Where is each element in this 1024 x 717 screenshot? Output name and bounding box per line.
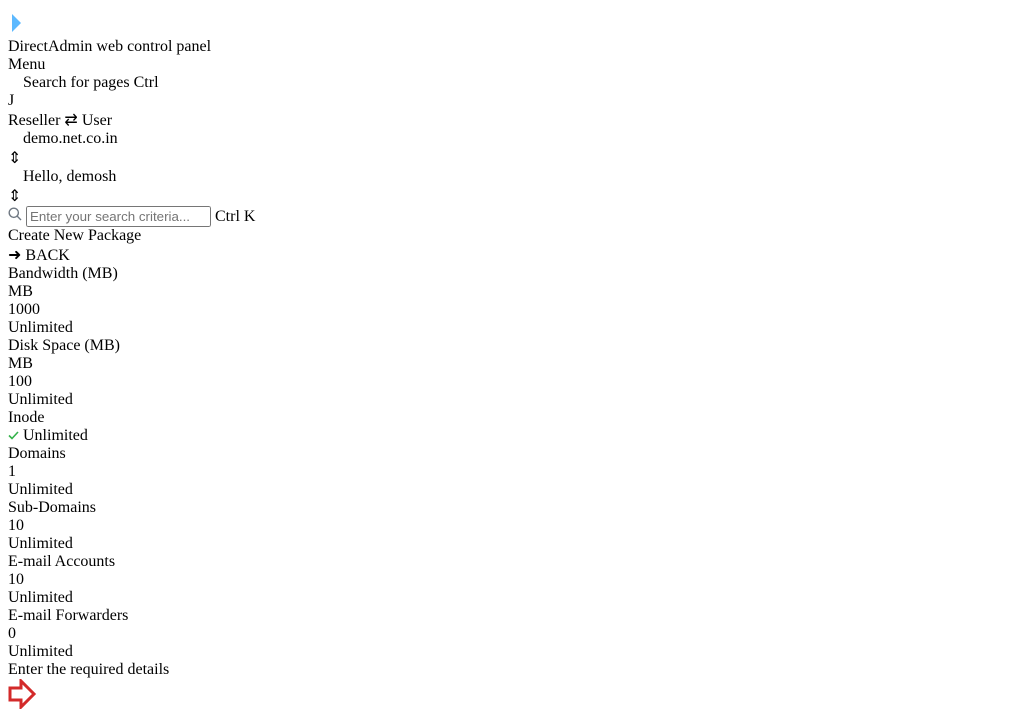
updown-icon: ⇕: [8, 150, 22, 167]
user-icon: [8, 168, 23, 185]
email-forwarders-label: E-mail Forwarders: [8, 607, 129, 624]
email-accounts-unlimited-checkbox[interactable]: Unlimited: [8, 589, 1016, 607]
email-forwarders-field: 0 Unlimited: [8, 625, 1016, 661]
domains-label: Domains: [8, 445, 66, 462]
domains-input[interactable]: 1: [8, 463, 1016, 481]
form-row: Sub-Domains 10 Unlimited: [8, 499, 1016, 553]
unlimited-label: Unlimited: [8, 589, 73, 606]
email-accounts-label: E-mail Accounts: [8, 553, 116, 570]
unit-label: MB: [8, 355, 33, 372]
unlimited-label: Unlimited: [8, 643, 73, 660]
checkbox-checked-icon: [8, 427, 23, 444]
disk-space-label: Disk Space (MB): [8, 337, 120, 354]
unit-label: MB: [8, 283, 33, 300]
page-title: Create New Package: [8, 227, 142, 244]
top-header: DirectAdmin web control panel Menu Searc…: [8, 8, 1016, 206]
email-accounts-input[interactable]: 10: [8, 571, 1016, 589]
domain-selector[interactable]: demo.net.co.in ⇕: [8, 130, 126, 168]
package-form: Bandwidth (MB) MB 1000 Unlimited Disk Sp…: [8, 265, 1016, 661]
sub-domains-field: 10 Unlimited: [8, 517, 1016, 553]
updown-icon: ⇕: [8, 188, 22, 205]
domains-unlimited-checkbox[interactable]: Unlimited: [8, 481, 1016, 499]
bandwidth-unlimited-checkbox[interactable]: Unlimited: [8, 319, 1016, 337]
email-forwarders-unlimited-checkbox[interactable]: Unlimited: [8, 643, 1016, 661]
search-icon: [8, 74, 23, 91]
bandwidth-unit-select[interactable]: MB: [8, 283, 1016, 301]
search-input[interactable]: [26, 206, 211, 227]
disk-space-unlimited-checkbox[interactable]: Unlimited: [8, 391, 1016, 409]
sub-domains-label: Sub-Domains: [8, 499, 96, 516]
form-row: Disk Space (MB) MB 100 Unlimited: [8, 337, 1016, 409]
unlimited-label: Unlimited: [8, 535, 73, 552]
form-row: Inode Unlimited: [8, 409, 1016, 445]
inode-field: Unlimited: [8, 427, 1016, 445]
inode-unlimited-checkbox[interactable]: Unlimited: [8, 427, 1016, 445]
form-row: E-mail Accounts 10 Unlimited: [8, 553, 1016, 607]
bandwidth-input[interactable]: 1000: [8, 301, 1016, 319]
inode-label: Inode: [8, 409, 45, 426]
disk-space-field: MB 100 Unlimited: [8, 355, 1016, 409]
back-label: BACK: [25, 247, 70, 264]
reseller-tab[interactable]: Reseller: [8, 112, 60, 129]
form-row: Domains 1 Unlimited: [8, 445, 1016, 499]
global-search-bar: Ctrl K: [8, 206, 1016, 227]
globe-icon: [8, 130, 23, 147]
brand-name: DirectAdmin: [8, 38, 93, 55]
arrow-right-outline-icon: [8, 677, 1016, 711]
user-tab[interactable]: User: [82, 112, 112, 129]
unlimited-label: Unlimited: [8, 319, 73, 336]
bandwidth-field: MB 1000 Unlimited: [8, 283, 1016, 337]
unlimited-label: Unlimited: [8, 391, 73, 408]
domains-field: 1 Unlimited: [8, 463, 1016, 499]
arrow-right-icon: ➜: [8, 247, 22, 264]
user-menu[interactable]: Hello, demosh ⇕: [8, 168, 125, 206]
disk-space-input[interactable]: 100: [8, 373, 1016, 391]
form-row: E-mail Forwarders 0 Unlimited: [8, 607, 1016, 661]
sub-domains-input[interactable]: 10: [8, 517, 1016, 535]
bandwidth-label: Bandwidth (MB): [8, 265, 118, 282]
swap-icon: ⇄: [64, 112, 78, 129]
hello-label: Hello, demosh: [23, 168, 117, 185]
search-shortcut-badge: Ctrl K: [215, 208, 256, 225]
reseller-user-toggle[interactable]: Reseller ⇄ User: [8, 110, 1016, 130]
brand-tagline: web control panel: [96, 38, 212, 55]
email-forwarders-input[interactable]: 0: [8, 625, 1016, 643]
domain-label: demo.net.co.in: [23, 130, 118, 147]
back-button[interactable]: ➜ BACK: [8, 245, 1016, 265]
annotation-text: Enter the required details: [8, 661, 170, 678]
search-pages-button[interactable]: Search for pages Ctrl J: [8, 74, 160, 110]
disk-space-unit-select[interactable]: MB: [8, 355, 1016, 373]
sub-domains-unlimited-checkbox[interactable]: Unlimited: [8, 535, 1016, 553]
menu-button[interactable]: Menu: [8, 56, 72, 74]
email-accounts-field: 10 Unlimited: [8, 571, 1016, 607]
search-pages-label: Search for pages: [23, 74, 130, 91]
unlimited-label: Unlimited: [23, 427, 88, 444]
brand-logo[interactable]: DirectAdmin web control panel: [8, 8, 1016, 56]
unlimited-label: Unlimited: [8, 481, 73, 498]
search-icon: [8, 207, 26, 225]
form-row: Bandwidth (MB) MB 1000 Unlimited: [8, 265, 1016, 337]
menu-label: Menu: [8, 56, 46, 73]
